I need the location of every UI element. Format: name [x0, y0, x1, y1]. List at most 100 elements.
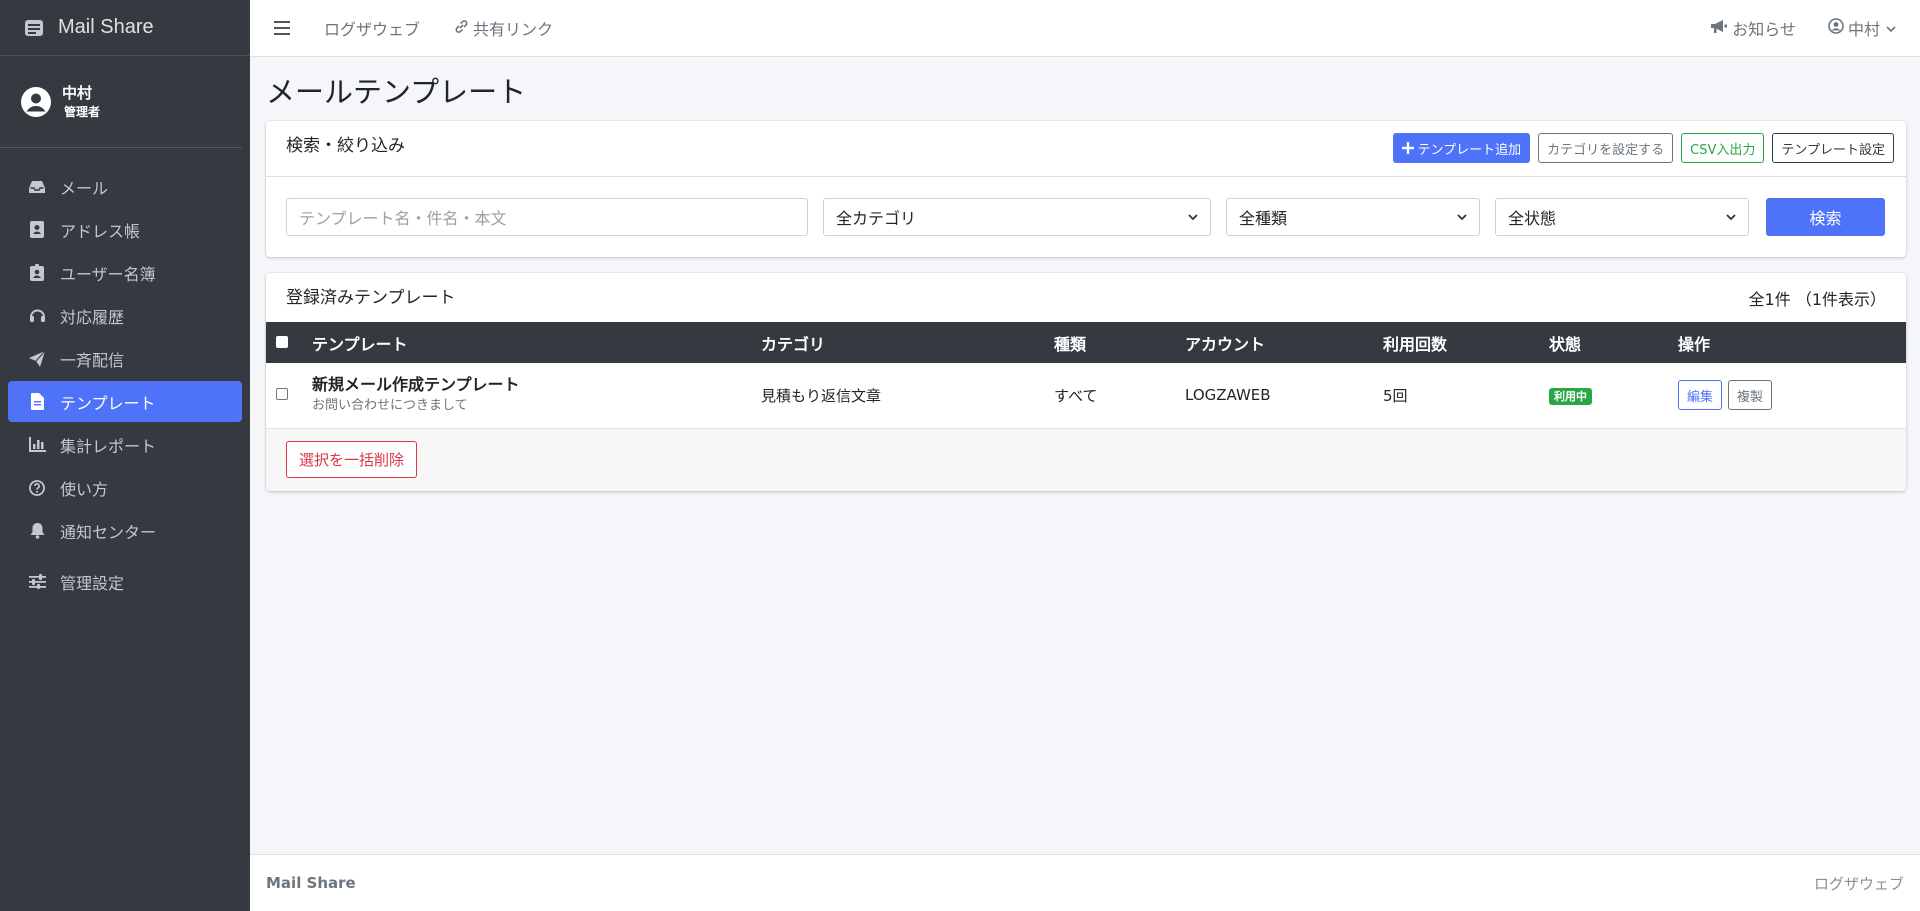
- status-cell: 利用中: [1549, 363, 1678, 428]
- add-template-button[interactable]: テンプレート追加: [1392, 133, 1531, 163]
- notice-link[interactable]: お知らせ: [1710, 16, 1796, 40]
- list-card-title: 登録済みテンプレート: [286, 287, 456, 308]
- result-count: 全1件 （1件表示）: [1748, 289, 1886, 309]
- col-uses: 利用回数: [1383, 334, 1448, 354]
- row-select-cell: [266, 363, 312, 428]
- card-tools: テンプレート追加 カテゴリを設定する CSV入出力 テンプレート設定: [1392, 133, 1894, 163]
- col-account: アカウント: [1185, 334, 1266, 354]
- col-status: 状態: [1549, 334, 1582, 354]
- chevron-down-icon: [1188, 214, 1198, 221]
- template-list-card: 登録済みテンプレート 全1件 （1件表示） テンプレート カテゴリ 種類 アカウ…: [266, 273, 1906, 491]
- sidebar-item-history[interactable]: 対応履歴: [8, 295, 242, 336]
- sidebar-item-address-book[interactable]: アドレス帳: [8, 209, 242, 250]
- plus-icon: [1401, 142, 1414, 154]
- sidebar-item-admin-settings[interactable]: 管理設定: [8, 561, 242, 602]
- template-table: テンプレート カテゴリ 種類 アカウント 利用回数 状態 操作 新規メール作成テ…: [266, 322, 1906, 429]
- add-template-label: テンプレート追加: [1417, 142, 1522, 158]
- col-type: 種類: [1054, 334, 1087, 354]
- top-navbar: ログザウェブ 共有リンク お知らせ 中村: [250, 0, 1920, 57]
- col-template: テンプレート: [312, 334, 408, 354]
- question-circle-icon: [28, 479, 46, 497]
- row-checkbox[interactable]: [276, 388, 288, 401]
- footer-brand: Mail Share: [266, 874, 356, 892]
- template-settings-button[interactable]: テンプレート設定: [1772, 133, 1894, 163]
- sidebar-item-label: 集計レポート: [60, 436, 157, 456]
- user-circle-icon: [21, 86, 51, 117]
- sidebar-item-templates[interactable]: テンプレート: [8, 381, 242, 422]
- notice-label: お知らせ: [1732, 20, 1796, 39]
- paper-plane-icon: [28, 350, 46, 368]
- category-select-value: 全カテゴリ: [836, 209, 917, 228]
- sidebar-item-help[interactable]: 使い方: [8, 467, 242, 508]
- sliders-icon: [28, 573, 46, 591]
- sidebar-item-label: 対応履歴: [60, 307, 125, 327]
- sidebar-item-label: 一斉配信: [60, 350, 125, 370]
- set-category-button[interactable]: カテゴリを設定する: [1538, 133, 1674, 163]
- sidebar-item-label: 管理設定: [60, 573, 125, 593]
- category-cell: 見積もり返信文章: [761, 386, 882, 405]
- type-select-value: 全種類: [1239, 209, 1288, 228]
- edit-button[interactable]: 編集: [1678, 380, 1723, 411]
- footer-right-link[interactable]: ログザウェブ: [1814, 873, 1904, 894]
- sidebar-item-label: テンプレート: [60, 393, 156, 413]
- user-role: 管理者: [64, 104, 101, 119]
- category-select[interactable]: 全カテゴリ: [823, 198, 1211, 236]
- page-footer: Mail Share ログザウェブ: [250, 854, 1920, 911]
- menu-toggle-icon[interactable]: [274, 21, 290, 35]
- navbar-right: お知らせ 中村: [1678, 16, 1920, 40]
- sidebar-item-label: 通知センター: [60, 522, 157, 542]
- col-category: カテゴリ: [761, 334, 826, 354]
- headset-icon: [28, 307, 46, 325]
- bell-icon: [28, 522, 46, 540]
- sidebar-item-notification-center[interactable]: 通知センター: [8, 510, 242, 551]
- sidebar-item-broadcast[interactable]: 一斉配信: [8, 338, 242, 379]
- template-name[interactable]: 新規メール作成テンプレート: [312, 374, 761, 396]
- uses-cell: 5回: [1383, 386, 1408, 405]
- template-cell: 新規メール作成テンプレート お問い合わせにつきまして: [312, 363, 761, 428]
- bullhorn-icon: [1710, 19, 1728, 38]
- address-book-icon: [28, 221, 46, 239]
- search-card-header: 検索・絞り込み テンプレート追加 カテゴリを設定する CSV入出力 テンプレート…: [266, 121, 1906, 177]
- user-panel[interactable]: 中村 管理者: [0, 56, 242, 148]
- keyword-search-input[interactable]: テンプレート名・件名・本文: [286, 198, 808, 236]
- search-button[interactable]: 検索: [1766, 198, 1885, 236]
- filter-row: テンプレート名・件名・本文 全カテゴリ 全種類 全状態 検索: [266, 177, 1906, 257]
- sidebar-item-label: 使い方: [60, 479, 109, 499]
- bulk-delete-button[interactable]: 選択を一括削除: [286, 441, 418, 478]
- sidebar-item-label: アドレス帳: [60, 221, 141, 241]
- sidebar-item-reports[interactable]: 集計レポート: [8, 424, 242, 465]
- search-card: 検索・絞り込み テンプレート追加 カテゴリを設定する CSV入出力 テンプレート…: [266, 121, 1906, 257]
- nav-link-logzaweb[interactable]: ログザウェブ: [324, 16, 420, 40]
- status-select[interactable]: 全状態: [1495, 198, 1749, 236]
- user-menu-label: 中村: [1847, 20, 1880, 39]
- main-content: メールテンプレート 検索・絞り込み テンプレート追加 カテゴリを設定する CSV…: [266, 57, 1906, 491]
- sidebar: Mail Share 中村 管理者 メール アドレス帳 ユーザー名簿 対応履歴 …: [0, 0, 250, 911]
- chevron-down-icon: [1726, 214, 1736, 221]
- file-icon: [28, 393, 46, 411]
- select-all-checkbox[interactable]: [276, 336, 288, 348]
- id-badge-icon: [28, 264, 46, 282]
- chevron-down-icon: [1457, 214, 1467, 221]
- user-circle-icon: [1828, 18, 1844, 38]
- brand-link[interactable]: Mail Share: [0, 0, 250, 56]
- sidebar-item-mail[interactable]: メール: [8, 166, 242, 207]
- brand-text: Mail Share: [58, 16, 154, 38]
- nav-link-shared-links[interactable]: 共有リンク: [454, 16, 553, 40]
- csv-io-button[interactable]: CSV入出力: [1681, 133, 1765, 163]
- user-menu[interactable]: 中村: [1828, 16, 1900, 40]
- chart-bar-icon: [28, 436, 46, 454]
- col-actions: 操作: [1678, 334, 1711, 354]
- select-all-cell: [266, 322, 312, 363]
- sidebar-item-label: ユーザー名簿: [60, 264, 156, 284]
- duplicate-button[interactable]: 複製: [1728, 380, 1773, 411]
- account-cell: LOGZAWEB: [1185, 386, 1271, 405]
- sidebar-item-user-directory[interactable]: ユーザー名簿: [8, 252, 242, 293]
- link-icon: [454, 19, 469, 38]
- mail-bulk-icon: [25, 19, 43, 36]
- inbox-icon: [28, 178, 46, 196]
- list-card-header: 登録済みテンプレート 全1件 （1件表示）: [266, 273, 1906, 322]
- sidebar-nav: メール アドレス帳 ユーザー名簿 対応履歴 一斉配信 テンプレート 集計レポート: [0, 166, 250, 602]
- chevron-down-icon: [1886, 19, 1896, 38]
- type-select[interactable]: 全種類: [1226, 198, 1480, 236]
- user-name: 中村: [62, 83, 93, 102]
